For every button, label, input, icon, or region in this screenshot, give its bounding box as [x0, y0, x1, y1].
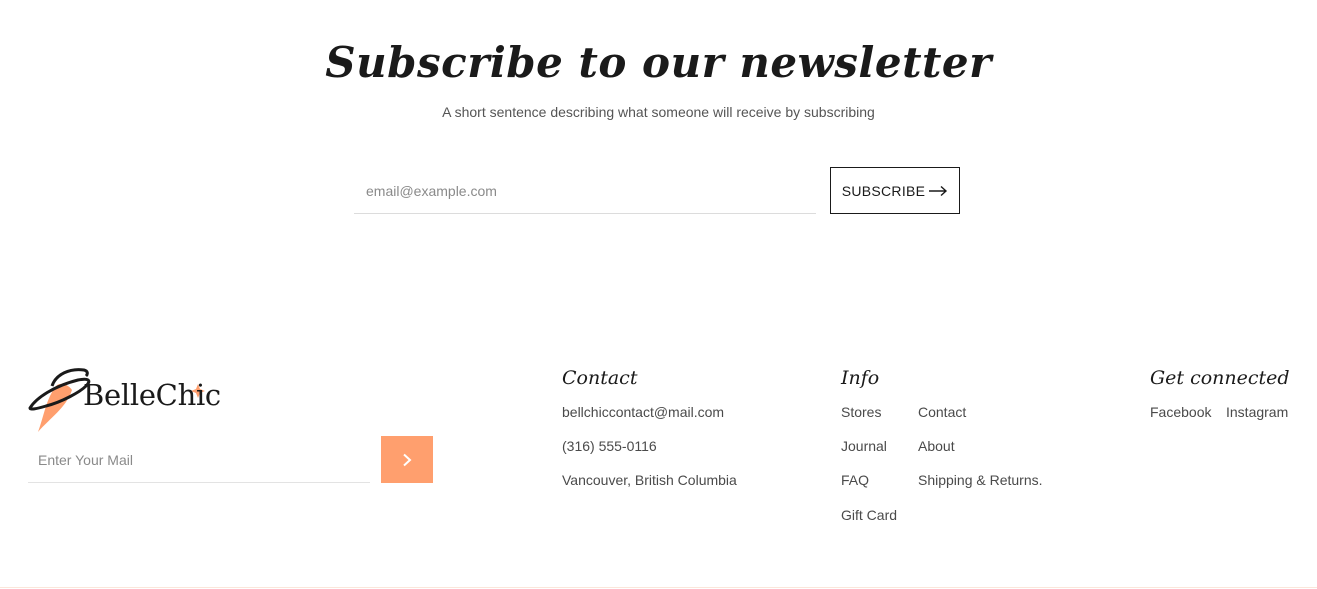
info-link-gift-card[interactable]: Gift Card — [841, 507, 897, 523]
newsletter-email-input[interactable] — [354, 168, 816, 214]
info-link-journal[interactable]: Journal — [841, 438, 887, 454]
footer-divider — [0, 587, 1317, 588]
arrow-right-icon — [929, 185, 948, 196]
info-link-faq[interactable]: FAQ — [841, 472, 869, 488]
contact-email-link[interactable]: bellchiccontact@mail.com — [562, 404, 724, 420]
instagram-link[interactable]: Instagram — [1226, 404, 1288, 420]
facebook-link[interactable]: Facebook — [1150, 404, 1211, 420]
info-link-contact[interactable]: Contact — [918, 404, 966, 420]
info-heading: Info — [841, 367, 880, 389]
newsletter-title: Subscribe to our newsletter — [325, 38, 992, 87]
contact-heading: Contact — [562, 367, 638, 389]
info-link-stores[interactable]: Stores — [841, 404, 881, 420]
subscribe-button[interactable]: SUBSCRIBE — [830, 167, 960, 214]
newsletter-subtitle: A short sentence describing what someone… — [442, 104, 875, 120]
connect-heading: Get connected — [1150, 367, 1290, 389]
contact-phone-link[interactable]: (316) 555-0116 — [562, 438, 657, 454]
footer-submit-button[interactable] — [381, 436, 433, 483]
info-link-shipping-returns[interactable]: Shipping & Returns. — [918, 472, 1043, 488]
chevron-right-icon — [403, 453, 412, 466]
contact-address: Vancouver, British Columbia — [562, 472, 737, 488]
brand-name: BelleChic — [83, 378, 221, 412]
subscribe-button-label: SUBSCRIBE — [841, 182, 926, 199]
footer-email-input[interactable] — [28, 437, 370, 483]
info-link-about[interactable]: About — [918, 438, 955, 454]
